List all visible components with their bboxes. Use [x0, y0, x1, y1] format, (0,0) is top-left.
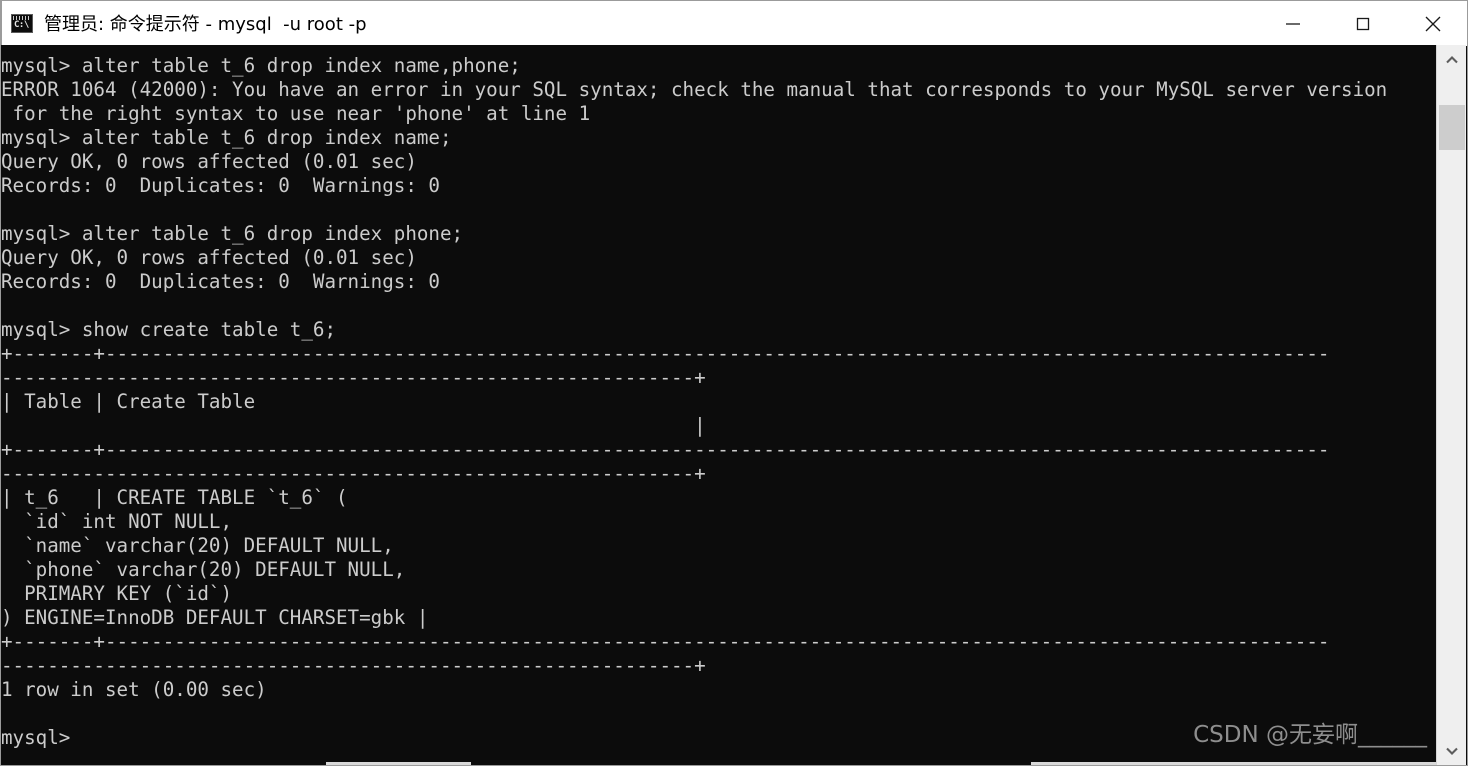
- hscroll-seg-b: [1031, 762, 1438, 765]
- scroll-down-button[interactable]: [1437, 736, 1467, 765]
- cmd-icon-label: C:\: [14, 19, 29, 30]
- scroll-up-button[interactable]: [1437, 45, 1467, 75]
- chevron-down-icon: [1446, 747, 1458, 755]
- vertical-scrollbar[interactable]: [1436, 45, 1467, 765]
- hscroll-seg-a: [326, 762, 471, 765]
- minimize-icon: [1286, 22, 1300, 25]
- terminal-text: mysql> alter table t_6 drop index name,p…: [1, 54, 1388, 749]
- close-button[interactable]: [1398, 1, 1467, 46]
- close-icon: [1425, 16, 1441, 31]
- maximize-button[interactable]: [1328, 1, 1398, 46]
- console-window: C:\ 管理员: 命令提示符 - mysql -u root -p mysql>…: [0, 0, 1468, 766]
- minimize-button[interactable]: [1258, 1, 1328, 46]
- chevron-up-icon: [1446, 56, 1458, 64]
- terminal-output-area[interactable]: mysql> alter table t_6 drop index name,p…: [1, 45, 1438, 765]
- window-title: 管理员: 命令提示符 - mysql -u root -p: [44, 14, 367, 35]
- title-bar[interactable]: C:\ 管理员: 命令提示符 - mysql -u root -p: [1, 0, 1467, 46]
- window-controls: [1258, 1, 1467, 46]
- scrollbar-thumb[interactable]: [1439, 105, 1465, 150]
- cmd-console-icon: C:\: [11, 13, 33, 33]
- maximize-icon: [1356, 17, 1370, 30]
- horizontal-scrollbar[interactable]: [1, 761, 1438, 765]
